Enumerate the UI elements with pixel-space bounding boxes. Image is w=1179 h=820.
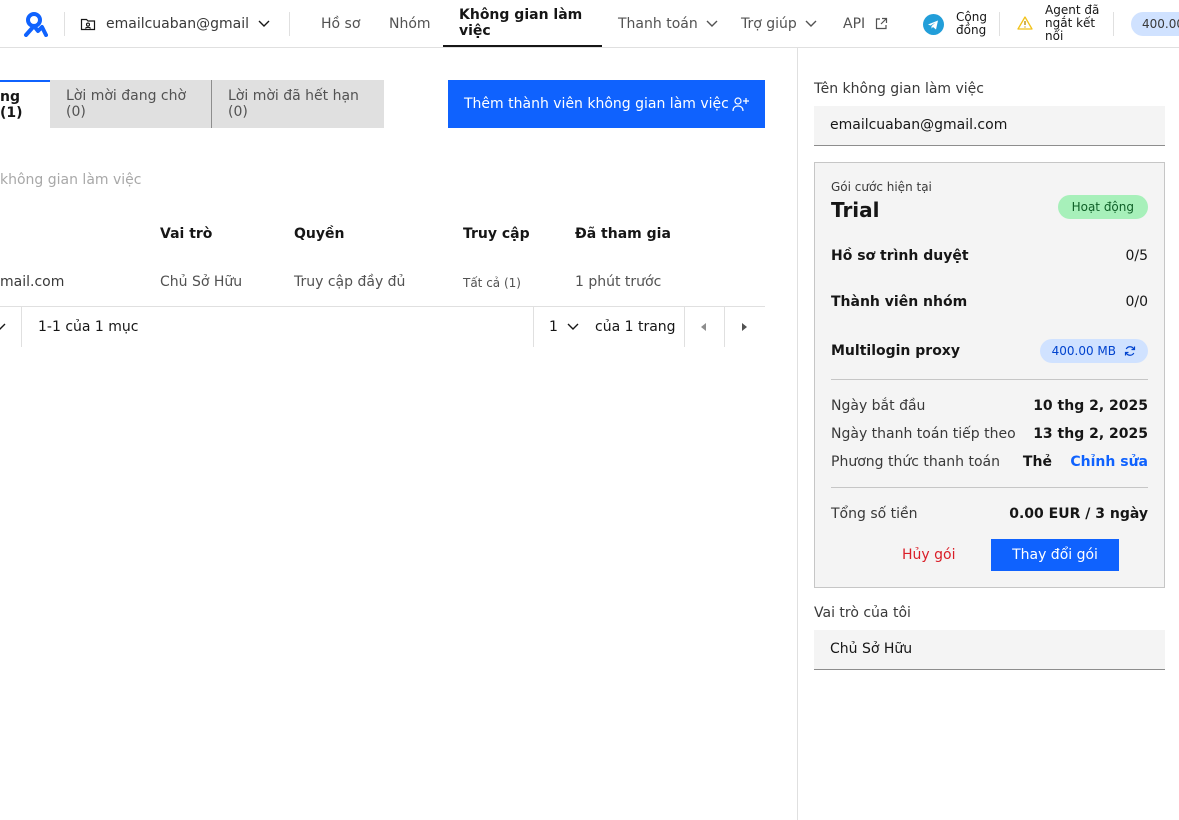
warning-icon: [1017, 16, 1033, 30]
page-select[interactable]: 1: [549, 307, 579, 347]
total-value: 0.00 EUR / 3 ngày: [1009, 506, 1148, 522]
nav-api[interactable]: API: [843, 0, 888, 47]
next-billing-value: 13 thg 2, 2025: [1033, 426, 1148, 442]
members-label: Thành viên nhóm: [831, 294, 968, 310]
nav-help[interactable]: Trợ giúp: [741, 0, 817, 47]
chevron-down-icon: [567, 323, 579, 330]
divider: [999, 12, 1000, 36]
divider: [64, 12, 65, 36]
divider: [1113, 12, 1114, 36]
agent-status[interactable]: Agent đã ngắt kết nối: [1045, 4, 1099, 43]
workspace-switcher[interactable]: emailcuaban@gmail...: [80, 0, 270, 47]
divider: [21, 307, 22, 347]
nav-workspace[interactable]: Không gian làm việc: [443, 0, 602, 47]
external-link-icon: [876, 17, 888, 30]
member-access[interactable]: Tất cả (1): [463, 276, 521, 290]
page-number: 1: [549, 319, 558, 335]
current-plan-label: Gói cước hiện tại: [831, 180, 932, 194]
agent-status-line-3: nối: [1045, 29, 1064, 43]
plan-name: Trial: [831, 198, 880, 222]
caret-left-icon[interactable]: [700, 323, 708, 331]
caret-right-icon[interactable]: [740, 323, 748, 331]
column-header-role: Vai trò: [160, 226, 213, 242]
community-link[interactable]: Cộng đồng: [956, 11, 987, 37]
total-label: Tổng số tiền: [831, 506, 918, 522]
member-joined: 1 phút trước: [575, 274, 662, 290]
my-role-field: Chủ Sở Hữu: [814, 630, 1165, 670]
column-header-permission: Quyền: [294, 226, 345, 242]
status-badge: Hoạt động: [1057, 195, 1148, 219]
member-permission: Truy cập đầy đủ: [294, 274, 406, 290]
divider: [724, 307, 725, 347]
cancel-plan-button[interactable]: Hủy gói: [902, 547, 955, 563]
profiles-value: 0/5: [1125, 248, 1148, 264]
tab-members[interactable]: ng (1): [0, 80, 50, 128]
section-hint: không gian làm việc: [0, 172, 142, 188]
community-line-2: đồng: [956, 23, 987, 37]
edit-payment-link[interactable]: Chỉnh sửa: [1070, 454, 1148, 470]
nav-help-label: Trợ giúp: [741, 15, 797, 32]
page-count: của 1 trang: [595, 319, 676, 335]
chevron-down-icon: [706, 20, 718, 27]
payment-method-label: Phương thức thanh toán: [831, 454, 1000, 470]
add-member-button[interactable]: Thêm thành viên không gian làm việc: [448, 80, 765, 128]
divider: [831, 379, 1148, 380]
chevron-down-icon[interactable]: [0, 323, 6, 331]
chevron-down-icon: [805, 20, 817, 27]
add-member-label: Thêm thành viên không gian làm việc: [464, 96, 729, 112]
chevron-down-icon: [258, 20, 270, 27]
divider: [831, 487, 1148, 488]
start-date-value: 10 thg 2, 2025: [1033, 398, 1148, 414]
nav-workspace-label: Không gian làm việc: [459, 6, 583, 39]
divider: [533, 307, 534, 347]
add-user-icon: [732, 97, 749, 112]
change-plan-button[interactable]: Thay đổi gói: [991, 539, 1119, 571]
divider: [684, 307, 685, 347]
app-logo-icon[interactable]: [22, 11, 48, 37]
payment-method-value: Thẻ: [1022, 454, 1052, 470]
workspace-name-label: Tên không gian làm việc: [814, 81, 984, 97]
proxy-value: 400.00 MB: [1051, 344, 1116, 358]
member-email: mail.com: [0, 274, 65, 290]
tab-expired-invites[interactable]: Lời mời đã hết hạn (0): [212, 80, 384, 128]
member-tabs: ng (1) Lời mời đang chờ (0) Lời mời đã h…: [0, 80, 384, 128]
nav-billing[interactable]: Thanh toán: [618, 0, 718, 47]
column-header-access: Truy cập: [463, 226, 530, 242]
top-bar: emailcuaban@gmail... Hồ sơ Nhóm Không gi…: [0, 0, 1179, 48]
member-role: Chủ Sở Hữu: [160, 274, 243, 290]
tab-pending-invites[interactable]: Lời mời đang chờ (0): [50, 80, 212, 128]
nav-profiles[interactable]: Hồ sơ: [321, 0, 360, 47]
my-role-label: Vai trò của tôi: [814, 605, 911, 621]
nav-groups[interactable]: Nhóm: [389, 0, 431, 47]
refresh-icon: [1124, 346, 1136, 356]
next-billing-label: Ngày thanh toán tiếp theo: [831, 426, 1016, 442]
proxy-label: Multilogin proxy: [831, 343, 960, 359]
profiles-label: Hồ sơ trình duyệt: [831, 248, 969, 264]
payment-method: Thẻ Chỉnh sửa: [1023, 454, 1148, 470]
nav-billing-label: Thanh toán: [618, 15, 698, 32]
telegram-icon[interactable]: [923, 14, 944, 35]
proxy-badge[interactable]: 400.00 MB: [1039, 339, 1148, 363]
pagination-range: 1-1 của 1 mục: [38, 319, 139, 335]
start-date-label: Ngày bắt đầu: [831, 398, 926, 414]
quota-badge[interactable]: 400.00: [1131, 12, 1179, 36]
workspace-name-field[interactable]: emailcuaban@gmail.com: [814, 106, 1165, 146]
folder-user-icon: [80, 18, 96, 30]
column-header-joined: Đã tham gia: [575, 226, 671, 242]
pagination: 1-1 của 1 mục 1 của 1 trang: [0, 307, 765, 347]
workspace-email: emailcuaban@gmail...: [106, 15, 248, 32]
plan-card: Gói cước hiện tại Trial Hoạt động Hồ sơ …: [814, 162, 1165, 588]
divider: [289, 12, 290, 36]
nav-api-label: API: [843, 15, 866, 32]
members-value: 0/0: [1125, 294, 1148, 310]
